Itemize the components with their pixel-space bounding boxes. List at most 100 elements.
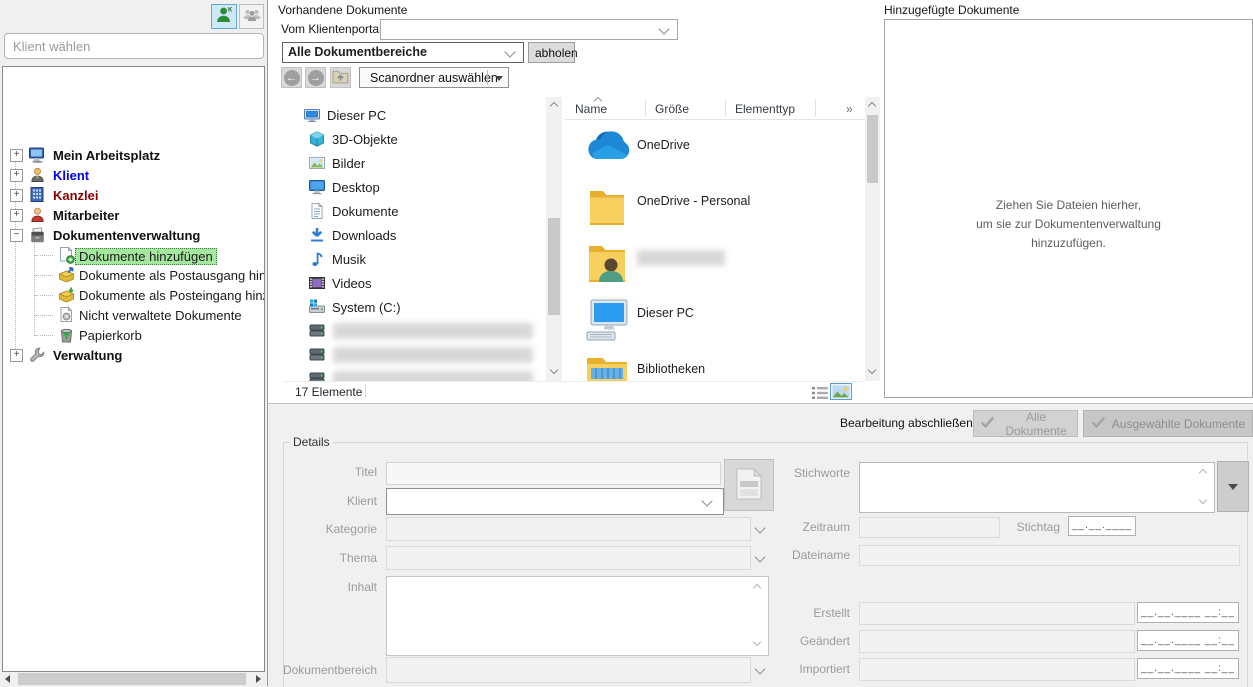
document-area-dropdown[interactable]: Alle Dokumentbereiche [282,42,524,63]
scroll-up-icon[interactable] [550,102,558,110]
stichworte-dropdown-button[interactable] [1217,461,1249,512]
scroll-left-icon[interactable] [5,675,10,683]
tree-item[interactable]: Dokumente als Postausgang hinzufüg [3,266,264,285]
tree-item[interactable]: +Klient [3,166,264,185]
tree-item-label: Mein Arbeitsplatz [53,148,160,163]
tree-item[interactable]: −Dokumentenverwaltung [3,226,264,245]
expand-icon[interactable]: + [10,349,23,362]
details-view-icon[interactable] [812,386,828,403]
redacted-label [333,371,533,381]
explorer-tree-item[interactable] [283,368,545,381]
explorer-tree-item[interactable] [283,344,545,368]
thumbnails-view-icon[interactable] [830,383,852,403]
tree-item[interactable]: +Mitarbeiter [3,206,264,225]
workstation-icon [28,146,47,167]
file-item[interactable]: OneDrive - Personal [565,186,865,242]
file-item-label: OneDrive - Personal [637,194,750,208]
scroll-up-icon[interactable] [753,584,761,592]
explorer-tree-item[interactable]: Dieser PC [283,104,545,128]
geaendert-input[interactable] [859,630,1135,653]
client-view-button[interactable]: K [211,4,237,29]
computer-icon [585,298,631,345]
erstellt-input[interactable] [859,602,1135,625]
importiert-datetime-input[interactable]: __.__.____ __:__ [1137,658,1239,679]
finish-selected-documents-button[interactable]: Ausgewählte Dokumente [1083,410,1253,437]
forward-button[interactable]: → [305,67,326,88]
file-list-scrollbar[interactable] [865,97,880,381]
stichtag-date-input[interactable]: __.__.____ [1068,516,1136,536]
fetch-button[interactable]: abholen [528,42,575,63]
scrollbar-thumb[interactable] [18,673,246,685]
tree-item[interactable]: + Mein Arbeitsplatz [3,146,264,165]
scroll-right-icon[interactable] [256,675,261,683]
scrollbar-thumb[interactable] [867,115,878,183]
thema-dropdown[interactable] [386,546,751,570]
scroll-down-icon[interactable] [1199,496,1207,504]
documents-icon [308,202,326,223]
file-item[interactable]: OneDrive [565,130,865,186]
scroll-down-icon[interactable] [868,366,876,374]
explorer-tree-label: System (C:) [332,300,401,315]
klient-label: Klient [277,494,377,508]
inhalt-label: Inhalt [277,580,377,594]
titel-input[interactable] [386,462,721,485]
column-name[interactable]: Name [575,102,607,116]
explorer-tree-label: 3D-Objekte [332,132,398,147]
explorer-tree-item[interactable] [283,320,545,344]
tree-item[interactable]: Dokumente als Posteingang hinzufüge [3,286,264,305]
explorer-tree-item[interactable]: Dokumente [283,200,545,224]
tree-item[interactable]: Nicht verwaltete Dokumente [3,306,264,325]
client-filter-input[interactable] [4,33,264,59]
portal-dropdown[interactable] [380,19,678,40]
tree-item[interactable]: +Verwaltung [3,346,264,365]
expand-icon[interactable]: + [10,189,23,202]
finish-all-documents-button[interactable]: Alle Dokumente [973,410,1078,437]
up-folder-button[interactable] [330,67,351,88]
importiert-input[interactable] [859,658,1135,681]
inhalt-textarea[interactable] [386,576,769,656]
tree-item[interactable]: Dokumente hinzufügen [3,246,264,265]
klient-dropdown[interactable] [386,488,724,515]
tree-item-label: Dokumente als Postausgang hinzufüg [79,268,265,283]
column-overflow-icon[interactable]: » [846,102,853,116]
kategorie-dropdown[interactable] [386,517,751,541]
expand-icon[interactable]: + [10,149,23,162]
office-icon [28,186,47,207]
tree-item[interactable]: +Kanzlei [3,186,264,205]
explorer-tree-item[interactable]: Desktop [283,176,545,200]
file-item[interactable] [565,242,865,298]
explorer-tree-item[interactable]: Videos [283,272,545,296]
dokumentbereich-dropdown[interactable] [386,657,751,683]
explorer-tree-item[interactable]: 3D-Objekte [283,128,545,152]
explorer-tree-item[interactable]: System (C:) [283,296,545,320]
column-size[interactable]: Größe [655,102,689,116]
videos-icon [308,274,326,295]
back-button[interactable]: ← [281,67,302,88]
file-item[interactable]: Bibliotheken [565,354,865,381]
erstellt-datetime-input[interactable]: __.__.____ __:__ [1137,602,1239,623]
left-horizontal-scrollbar[interactable] [0,672,266,686]
explorer-tree-item[interactable]: Musik [283,248,545,272]
folder-tree-scrollbar[interactable] [546,97,562,381]
explorer-tree-item[interactable]: Bilder [283,152,545,176]
file-item[interactable]: Dieser PC [565,298,865,354]
explorer-tree-item[interactable]: Downloads [283,224,545,248]
document-dropzone[interactable]: Ziehen Sie Dateien hierher, um sie zur D… [884,19,1253,398]
expand-icon[interactable]: + [10,209,23,222]
scroll-up-icon[interactable] [1199,469,1207,477]
scrollbar-thumb[interactable] [548,218,560,315]
dateiname-input[interactable] [859,545,1240,566]
geaendert-datetime-input[interactable]: __.__.____ __:__ [1137,630,1239,651]
scroll-up-icon[interactable] [868,102,876,110]
collapse-icon[interactable]: − [10,229,23,242]
left-panel: K + Mein Arbeitsplatz +Klient+Kanzlei+Mita… [0,0,268,686]
column-type[interactable]: Elementtyp [735,102,795,116]
tree-item[interactable]: Papierkorb [3,326,264,345]
tree-item-label: Dokumente als Posteingang hinzufüge [79,288,265,303]
dropdown-arrow-icon[interactable] [495,76,503,81]
expand-icon[interactable]: + [10,169,23,182]
scroll-down-icon[interactable] [550,366,558,374]
stichworte-textarea[interactable] [859,462,1215,513]
geaendert-label: Geändert [750,634,850,648]
group-view-button[interactable] [239,4,264,29]
